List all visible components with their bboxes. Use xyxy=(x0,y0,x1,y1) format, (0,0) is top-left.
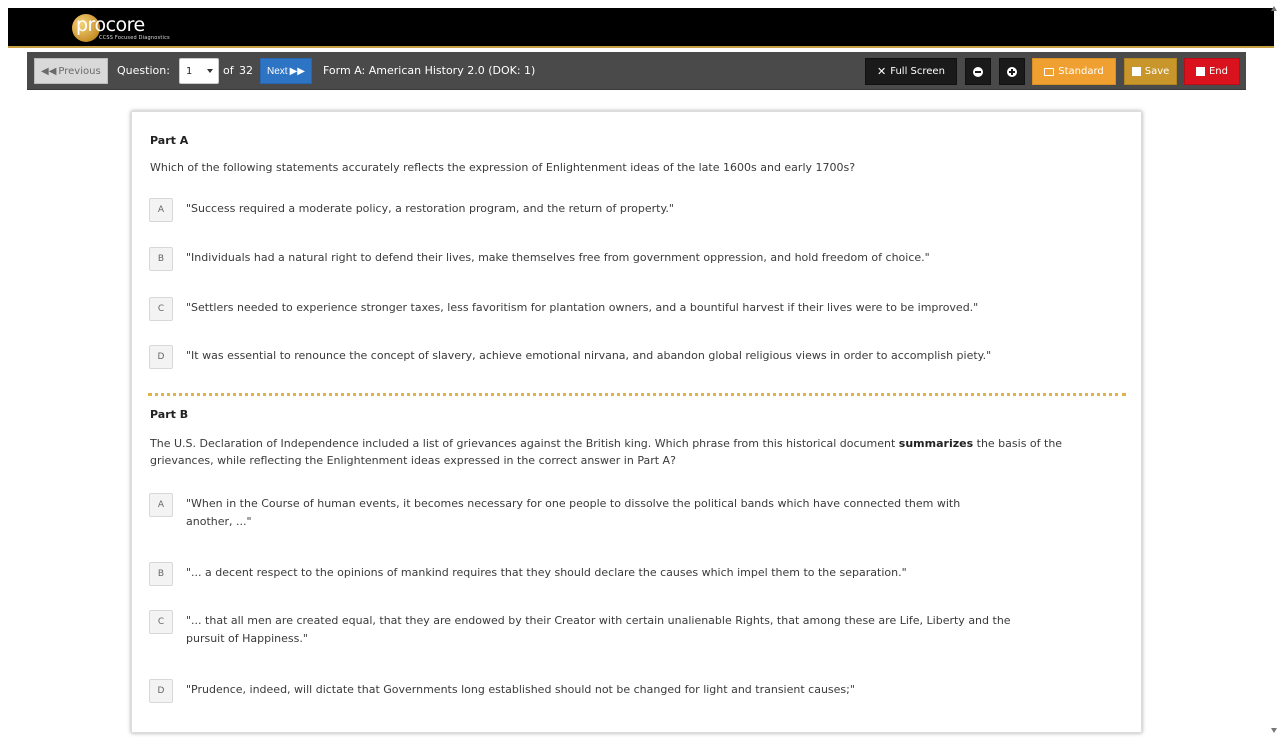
logo-word-core: core xyxy=(105,14,146,36)
part-b-prompt-bold: summarizes xyxy=(898,437,974,450)
of-label: of xyxy=(223,64,234,77)
option-text: "When in the Course of human events, it … xyxy=(186,497,961,528)
part-a-prompt: Which of the following statements accura… xyxy=(150,161,856,174)
procore-logo: procore CCSS Focused Diagnostics xyxy=(66,12,226,44)
option-text: "Success required a moderate policy, a r… xyxy=(186,202,674,215)
question-card: Part A Which of the following statements… xyxy=(131,111,1142,733)
full-screen-button[interactable]: ✕ Full Screen xyxy=(865,58,957,85)
save-square-icon xyxy=(1131,67,1141,76)
zoom-in-button[interactable] xyxy=(999,58,1025,85)
option-letter[interactable]: D xyxy=(149,345,173,369)
app-window: procore CCSS Focused Diagnostics ◀◀ Prev… xyxy=(0,0,1282,737)
part-b-title: Part B xyxy=(150,408,189,421)
form-title: Form A: American History 2.0 (DOK: 1) xyxy=(323,64,536,77)
scroll-down-arrow-icon[interactable] xyxy=(1271,728,1277,733)
previous-label: Previous xyxy=(58,65,101,77)
save-label: Save xyxy=(1144,66,1170,77)
double-chevron-left-icon: ◀◀ xyxy=(41,65,57,77)
zoom-out-button[interactable] xyxy=(965,58,991,85)
previous-button[interactable]: ◀◀ Previous xyxy=(34,58,108,84)
save-button[interactable]: Save xyxy=(1124,58,1177,85)
flag-icon xyxy=(1044,67,1055,76)
logo-subtitle: CCSS Focused Diagnostics xyxy=(99,35,170,41)
option-text: "Individuals had a natural right to defe… xyxy=(186,251,930,264)
logo-word-pro: pro xyxy=(76,14,106,36)
caret-down-icon xyxy=(207,69,213,73)
part-divider xyxy=(148,393,1126,396)
top-header: procore CCSS Focused Diagnostics xyxy=(8,8,1274,48)
total-questions: 32 xyxy=(239,64,253,77)
full-screen-label: Full Screen xyxy=(890,66,945,77)
scroll-up-arrow-icon[interactable] xyxy=(1271,6,1277,11)
option-letter[interactable]: A xyxy=(149,198,173,222)
option-letter[interactable]: C xyxy=(149,297,173,321)
expand-icon: ✕ xyxy=(877,65,887,78)
standard-button[interactable]: Standard xyxy=(1032,58,1116,85)
option-letter[interactable]: B xyxy=(149,562,173,586)
double-chevron-right-icon: ▶▶ xyxy=(289,65,305,77)
option-letter[interactable]: A xyxy=(149,493,173,517)
part-a-title: Part A xyxy=(150,134,189,147)
option-letter[interactable]: D xyxy=(149,679,173,703)
end-label: End xyxy=(1208,66,1228,77)
part-b-prompt-before: The U.S. Declaration of Independence inc… xyxy=(150,437,899,450)
end-button[interactable]: End xyxy=(1184,58,1240,85)
option-text: "It was essential to renounce the concep… xyxy=(186,349,992,362)
standard-label: Standard xyxy=(1058,66,1104,77)
end-square-icon xyxy=(1195,67,1205,76)
option-letter[interactable]: B xyxy=(149,247,173,271)
option-text: "Settlers needed to experience stronger … xyxy=(186,301,979,314)
minus-circle-icon xyxy=(973,66,983,77)
option-letter[interactable]: C xyxy=(149,610,173,634)
next-label: Next xyxy=(267,65,288,77)
question-select-value: 1 xyxy=(186,65,193,77)
question-label: Question: xyxy=(117,64,170,77)
option-text: "... that all men are created equal, tha… xyxy=(186,614,1011,645)
option-text: "Prudence, indeed, will dictate that Gov… xyxy=(186,683,855,696)
next-button[interactable]: Next ▶▶ xyxy=(260,58,312,84)
part-b-prompt: The U.S. Declaration of Independence inc… xyxy=(150,435,1120,469)
option-text: "... a decent respect to the opinions of… xyxy=(186,566,907,579)
navigation-toolbar: ◀◀ Previous Question: 1 of 32 Next ▶▶ Fo… xyxy=(27,52,1246,90)
question-select[interactable]: 1 xyxy=(179,58,219,84)
plus-circle-icon xyxy=(1007,66,1017,77)
